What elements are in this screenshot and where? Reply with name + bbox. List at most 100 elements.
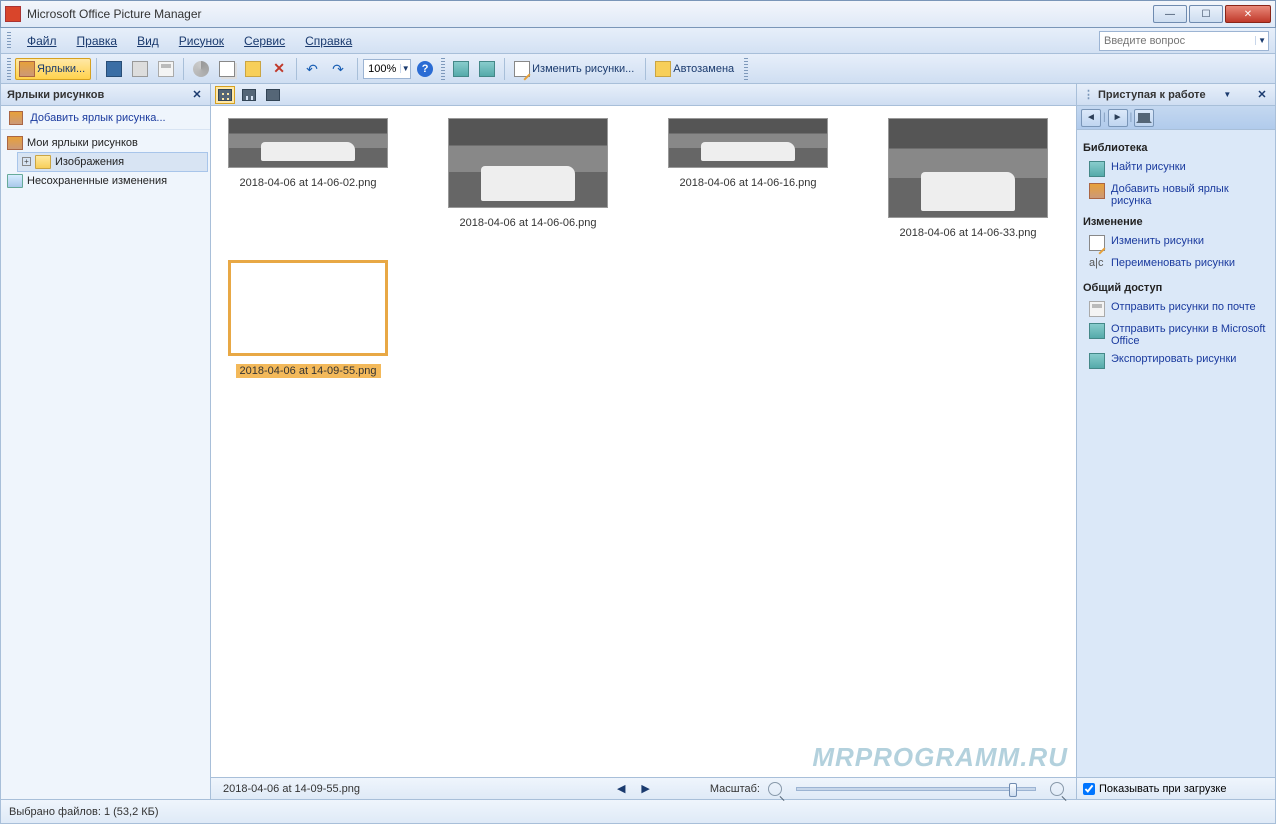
task-link-label[interactable]: Изменить рисунки: [1111, 235, 1204, 247]
edit-pictures-button[interactable]: Изменить рисунки...: [510, 58, 640, 80]
thumbnail-image: [888, 118, 1048, 218]
task-link-label[interactable]: Отправить рисунки по почте: [1111, 301, 1256, 313]
edit-pictures-icon: [514, 61, 530, 77]
shortcuts-panel-title: Ярлыки рисунков: [7, 89, 104, 101]
shortcuts-button[interactable]: Ярлыки...: [15, 58, 91, 80]
toolbar-sep: [183, 58, 184, 80]
tree-images-folder[interactable]: + Изображения: [17, 152, 208, 172]
tree-unsaved[interactable]: Несохраненные изменения: [3, 172, 208, 190]
print-button[interactable]: [128, 58, 152, 80]
menu-view[interactable]: Вид: [129, 32, 167, 50]
task-link-label[interactable]: Экспортировать рисунки: [1111, 353, 1236, 365]
undo-button[interactable]: ↶: [302, 58, 326, 80]
toolbar-grip-3[interactable]: [744, 58, 748, 80]
prev-image-button[interactable]: ◀: [613, 782, 629, 795]
maximize-button[interactable]: ☐: [1189, 5, 1223, 23]
mail-button[interactable]: [154, 58, 178, 80]
task-group-library-title: Библиотека: [1083, 142, 1269, 154]
help-search-input[interactable]: [1100, 35, 1255, 47]
toolbar-grip-1[interactable]: [7, 58, 11, 80]
task-nav-back-button[interactable]: ◄: [1081, 109, 1101, 127]
toolbar-sep: [504, 58, 505, 80]
statusbar: Выбрано файлов: 1 (53,2 КБ): [0, 800, 1276, 824]
paste-button[interactable]: [241, 58, 265, 80]
save-icon: [106, 61, 122, 77]
export-icon: [1089, 353, 1105, 369]
help-search-dropdown-icon[interactable]: ▼: [1255, 36, 1268, 45]
statusbar-text: Выбрано файлов: 1 (53,2 КБ): [9, 806, 159, 818]
task-add-shortcut[interactable]: Добавить новый ярлык рисунка: [1083, 180, 1269, 210]
task-pane-nav: ◄ | ► |: [1077, 106, 1275, 130]
zoom-field[interactable]: 100% ▼: [363, 59, 411, 79]
task-link-label[interactable]: Переименовать рисунки: [1111, 257, 1235, 269]
add-shortcut-link[interactable]: Добавить ярлык рисунка...: [30, 112, 165, 124]
task-rename-pictures[interactable]: a|cПереименовать рисунки: [1083, 254, 1269, 276]
task-find-pictures[interactable]: Найти рисунки: [1083, 158, 1269, 180]
help-icon: ?: [417, 61, 433, 77]
thumbnail-area: 2018-04-06 at 14-06-02.png 2018-04-06 at…: [211, 84, 1077, 799]
edit-pictures-label: Изменить рисунки...: [530, 63, 636, 75]
task-nav-forward-button[interactable]: ►: [1108, 109, 1128, 127]
show-on-startup-checkbox[interactable]: [1083, 783, 1095, 795]
menu-file[interactable]: Файл: [19, 32, 65, 50]
close-button[interactable]: ✕: [1225, 5, 1271, 23]
help-search-box[interactable]: ▼: [1099, 31, 1269, 51]
expand-icon[interactable]: +: [22, 157, 31, 166]
thumbnail-view-button[interactable]: [215, 86, 235, 104]
thumbnail-item-selected[interactable]: 2018-04-06 at 14-09-55.png: [223, 260, 393, 378]
task-mail-pictures[interactable]: Отправить рисунки по почте: [1083, 298, 1269, 320]
zoom-out-icon[interactable]: [768, 782, 782, 796]
show-on-startup-row[interactable]: Показывать при загрузке: [1077, 777, 1275, 799]
copy-button[interactable]: [215, 58, 239, 80]
thumbnail-item[interactable]: 2018-04-06 at 14-06-16.png: [663, 118, 833, 240]
menubar-grip[interactable]: [7, 32, 11, 50]
task-pane-header: ⋮ Приступая к работе ▼ ✕: [1077, 84, 1275, 106]
shortcuts-panel-close-icon[interactable]: ✕: [190, 88, 204, 102]
rotate-left-button[interactable]: [449, 58, 473, 80]
single-view-button[interactable]: [263, 86, 283, 104]
filmstrip-view-button[interactable]: [239, 86, 259, 104]
menu-picture[interactable]: Рисунок: [171, 32, 232, 50]
mail-icon: [1089, 301, 1105, 317]
toolbar-grip-2[interactable]: [441, 58, 445, 80]
save-button[interactable]: [102, 58, 126, 80]
redo-button[interactable]: ↷: [328, 58, 352, 80]
cut-icon: [193, 61, 209, 77]
task-send-office[interactable]: Отправить рисунки в Microsoft Office: [1083, 320, 1269, 350]
task-link-label[interactable]: Добавить новый ярлык рисунка: [1111, 183, 1267, 207]
task-link-label[interactable]: Отправить рисунки в Microsoft Office: [1111, 323, 1267, 347]
edit-icon: [1089, 235, 1105, 251]
thumbnail-item[interactable]: 2018-04-06 at 14-06-06.png: [443, 118, 613, 240]
zoom-slider-knob[interactable]: [1009, 783, 1017, 797]
thumbnail-item[interactable]: 2018-04-06 at 14-06-33.png: [883, 118, 1053, 240]
tree-my-shortcuts[interactable]: Мои ярлыки рисунков: [3, 134, 208, 152]
help-button[interactable]: ?: [413, 58, 437, 80]
next-image-button[interactable]: ▶: [637, 782, 653, 795]
task-edit-pictures[interactable]: Изменить рисунки: [1083, 232, 1269, 254]
task-pane-dropdown-icon[interactable]: ▼: [1223, 90, 1231, 99]
window-title: Microsoft Office Picture Manager: [27, 7, 1153, 21]
task-link-label[interactable]: Найти рисунки: [1111, 161, 1186, 173]
delete-icon: ✕: [271, 61, 287, 77]
task-pane: ⋮ Приступая к работе ▼ ✕ ◄ | ► | Библиот…: [1077, 84, 1275, 799]
thumbnail-image: [228, 118, 388, 168]
menu-edit[interactable]: Правка: [69, 32, 126, 50]
rotate-right-button[interactable]: [475, 58, 499, 80]
thumbnail-caption: 2018-04-06 at 14-06-06.png: [456, 216, 601, 230]
auto-correct-button[interactable]: Автозамена: [651, 58, 740, 80]
cut-button[interactable]: [189, 58, 213, 80]
zoom-dropdown-icon[interactable]: ▼: [400, 64, 410, 73]
task-export-pictures[interactable]: Экспортировать рисунки: [1083, 350, 1269, 372]
thumbnail-item[interactable]: 2018-04-06 at 14-06-02.png: [223, 118, 393, 240]
zoom-slider[interactable]: [796, 787, 1036, 791]
zoom-in-icon[interactable]: [1050, 782, 1064, 796]
delete-button[interactable]: ✕: [267, 58, 291, 80]
task-nav-home-button[interactable]: [1134, 109, 1154, 127]
menu-tools[interactable]: Сервис: [236, 32, 293, 50]
menu-help[interactable]: Справка: [297, 32, 360, 50]
thumbnail-grid[interactable]: 2018-04-06 at 14-06-02.png 2018-04-06 at…: [211, 106, 1076, 777]
add-shortcut-row[interactable]: Добавить ярлык рисунка...: [1, 106, 210, 130]
thumbnail-caption: 2018-04-06 at 14-09-55.png: [236, 364, 381, 378]
task-pane-close-icon[interactable]: ✕: [1255, 88, 1269, 102]
minimize-button[interactable]: —: [1153, 5, 1187, 23]
